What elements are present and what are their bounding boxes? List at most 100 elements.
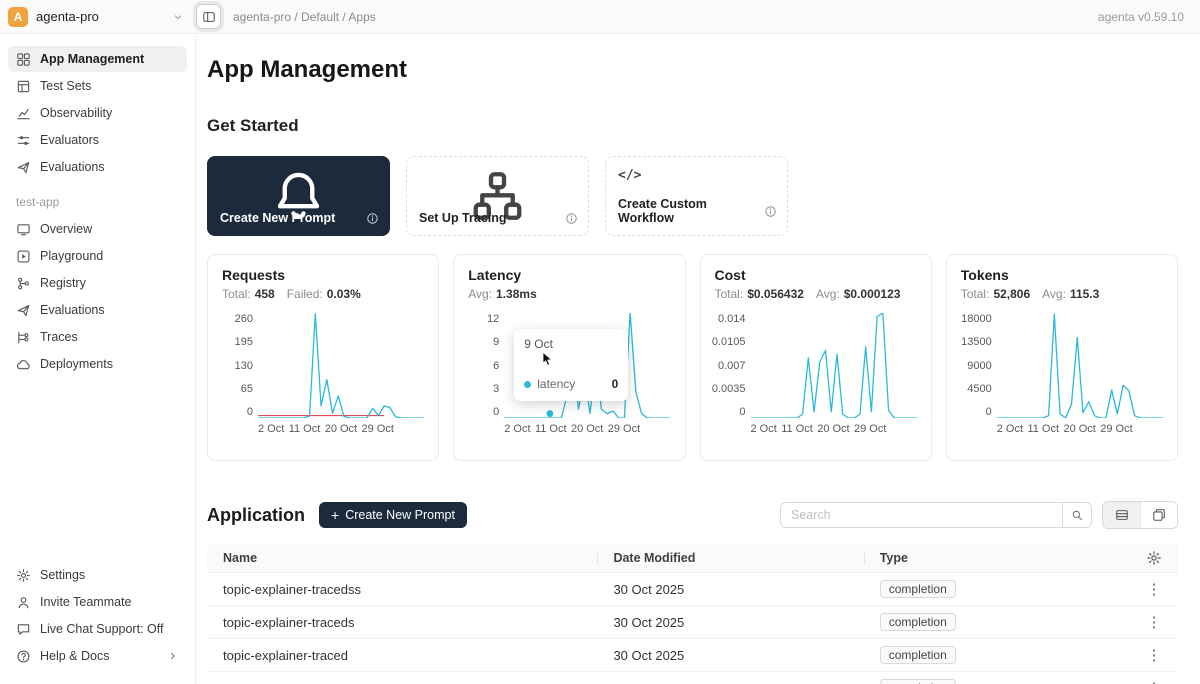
x-axis-labels: 2 Oct11 Oct20 Oct29 Oct bbox=[258, 423, 424, 435]
x-axis-labels: 2 Oct11 Oct20 Oct29 Oct bbox=[997, 423, 1163, 435]
line-chart-icon bbox=[16, 106, 31, 121]
table-row[interactable]: career-assessment 27 Oct 2025 completion… bbox=[207, 672, 1178, 684]
sidebar-item-overview[interactable]: Overview bbox=[8, 216, 187, 242]
row-menu-button[interactable]: ⋮ bbox=[1142, 676, 1166, 684]
series-dot bbox=[524, 381, 531, 388]
sidebar-item-test-sets[interactable]: Test Sets bbox=[8, 73, 187, 99]
sidebar-item-settings[interactable]: Settings bbox=[8, 562, 187, 588]
column-header-type[interactable]: Type bbox=[864, 543, 1130, 572]
card-view-icon bbox=[1152, 508, 1166, 522]
start-card-label: Create New Prompt bbox=[220, 211, 335, 225]
y-axis-labels: 0.0140.01050.0070.00350 bbox=[715, 313, 751, 418]
sidebar-item-evaluations[interactable]: Evaluations bbox=[8, 154, 187, 180]
row-menu-button[interactable]: ⋮ bbox=[1142, 610, 1166, 634]
sidebar-item-registry[interactable]: Registry bbox=[8, 270, 187, 296]
app-type: completion bbox=[864, 580, 1130, 598]
sidebar-toggle-button[interactable] bbox=[196, 4, 221, 29]
create-custom-workflow-card[interactable]: </> Create Custom Workflow bbox=[605, 156, 788, 236]
sliders-icon bbox=[16, 133, 31, 148]
requests-chart[interactable] bbox=[258, 313, 424, 418]
plus-icon: + bbox=[331, 508, 339, 522]
app-date-modified: 27 Oct 2025 bbox=[597, 681, 863, 684]
create-new-prompt-button[interactable]: + Create New Prompt bbox=[319, 502, 467, 528]
table-row[interactable]: topic-explainer-traceds 30 Oct 2025 comp… bbox=[207, 606, 1178, 639]
sidebar-item-label: Evaluators bbox=[40, 133, 99, 147]
sidebar-item-label: Playground bbox=[40, 249, 103, 263]
sidebar-item-label: Invite Teammate bbox=[40, 595, 131, 609]
gear-icon bbox=[1146, 550, 1162, 566]
sidebar-item-label: Settings bbox=[40, 568, 85, 582]
create-new-prompt-card[interactable]: Create New Prompt bbox=[207, 156, 390, 236]
branch-icon bbox=[16, 276, 31, 291]
info-icon[interactable] bbox=[764, 205, 777, 218]
start-card-label: Set Up Tracing bbox=[419, 211, 507, 225]
column-header-name[interactable]: Name bbox=[207, 543, 597, 572]
sidebar-item-label: Overview bbox=[40, 222, 92, 236]
play-icon bbox=[16, 249, 31, 264]
tokens-metric-card: Tokens Total:52,806 Avg:115.3 1800013500… bbox=[946, 254, 1178, 461]
row-menu-button[interactable]: ⋮ bbox=[1142, 577, 1166, 601]
table-settings-button[interactable] bbox=[1146, 550, 1162, 566]
table-row[interactable]: topic-explainer-tracedss 30 Oct 2025 com… bbox=[207, 573, 1178, 606]
monitor-icon bbox=[16, 222, 31, 237]
sidebar-item-app-evaluations[interactable]: Evaluations bbox=[8, 297, 187, 323]
user-icon bbox=[16, 595, 31, 610]
app-name: topic-explainer-traceds bbox=[207, 615, 597, 630]
chevron-right-icon bbox=[167, 650, 179, 662]
chart-tooltip: 9 Oct latency 0 bbox=[514, 329, 628, 401]
cost-chart[interactable] bbox=[751, 313, 917, 418]
get-started-heading: Get Started bbox=[207, 116, 1178, 136]
info-icon[interactable] bbox=[565, 212, 578, 225]
sidebar-item-live-chat-support[interactable]: Live Chat Support: Off bbox=[8, 616, 187, 642]
table-view-button[interactable] bbox=[1103, 502, 1140, 528]
card-view-button[interactable] bbox=[1140, 502, 1177, 528]
y-axis-labels: 260195130650 bbox=[222, 313, 258, 418]
application-heading: Application bbox=[207, 505, 305, 526]
sidebar-item-label: Registry bbox=[40, 276, 86, 290]
table-row[interactable]: topic-explainer-traced 30 Oct 2025 compl… bbox=[207, 639, 1178, 672]
sidebar-item-deployments[interactable]: Deployments bbox=[8, 351, 187, 377]
search-button[interactable] bbox=[1062, 502, 1092, 528]
sidebar-item-label: Live Chat Support: Off bbox=[40, 622, 163, 636]
paper-plane-icon bbox=[16, 160, 31, 175]
gear-icon bbox=[16, 568, 31, 583]
x-axis-labels: 2 Oct11 Oct20 Oct29 Oct bbox=[504, 423, 670, 435]
y-axis-labels: 1800013500900045000 bbox=[961, 313, 997, 418]
latency-metric-card: Latency Avg:1.38ms 129630 2 Oct11 Oct20 … bbox=[453, 254, 685, 461]
sidebar-item-traces[interactable]: Traces bbox=[8, 324, 187, 350]
type-tag: completion bbox=[880, 679, 956, 684]
panel-toggle-icon bbox=[202, 10, 216, 24]
row-menu-button[interactable]: ⋮ bbox=[1142, 643, 1166, 667]
sidebar-item-app-management[interactable]: App Management bbox=[8, 46, 187, 72]
sidebar-item-invite-teammate[interactable]: Invite Teammate bbox=[8, 589, 187, 615]
cost-metric-card: Cost Total:$0.056432 Avg:$0.000123 0.014… bbox=[700, 254, 932, 461]
sidebar-item-observability[interactable]: Observability bbox=[8, 100, 187, 126]
tree-list-icon bbox=[16, 330, 31, 345]
workspace-selector[interactable]: A agenta-pro bbox=[8, 7, 184, 27]
sidebar-item-help-docs[interactable]: Help & Docs bbox=[8, 643, 187, 669]
chevron-down-icon bbox=[172, 11, 184, 23]
set-up-tracing-card[interactable]: Set Up Tracing bbox=[406, 156, 589, 236]
search-icon bbox=[1069, 509, 1085, 521]
mouse-cursor-icon bbox=[542, 351, 555, 368]
sidebar-item-label: Evaluations bbox=[40, 160, 105, 174]
sidebar-item-label: Help & Docs bbox=[40, 649, 109, 663]
tooltip-series-row: latency 0 bbox=[524, 377, 618, 391]
sidebar-item-evaluators[interactable]: Evaluators bbox=[8, 127, 187, 153]
sidebar-item-label: Evaluations bbox=[40, 303, 105, 317]
metric-title: Requests bbox=[222, 267, 424, 283]
info-icon[interactable] bbox=[366, 212, 379, 225]
application-header: Application + Create New Prompt bbox=[207, 501, 1178, 529]
sidebar: App Management Test Sets Observability E… bbox=[0, 34, 196, 684]
app-type: completion bbox=[864, 679, 1130, 684]
column-header-date-modified[interactable]: Date Modified bbox=[597, 543, 863, 572]
code-icon: </> bbox=[618, 168, 641, 183]
tokens-chart[interactable] bbox=[997, 313, 1163, 418]
app-name: career-assessment bbox=[207, 681, 597, 684]
get-started-cards: Create New Prompt Set Up Tracing </> Cre… bbox=[207, 156, 1178, 236]
breadcrumb[interactable]: agenta-pro / Default / Apps bbox=[233, 10, 376, 24]
sidebar-item-playground[interactable]: Playground bbox=[8, 243, 187, 269]
search-input[interactable] bbox=[780, 502, 1062, 528]
sidebar-section-app-name: test-app bbox=[16, 195, 179, 209]
question-circle-icon bbox=[16, 649, 31, 664]
